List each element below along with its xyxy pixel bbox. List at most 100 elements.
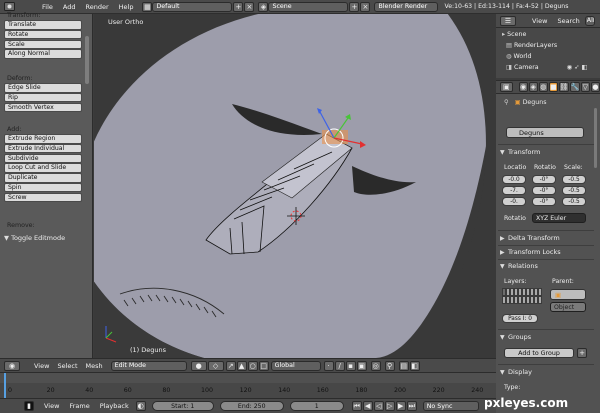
occlude-icon[interactable]: ▣ <box>356 360 367 371</box>
rotation-mode-select[interactable]: XYZ Euler <box>532 213 586 223</box>
proportional-icon[interactable]: ◎ <box>370 360 381 371</box>
editor-type-timeline-icon[interactable]: ▮ <box>24 401 34 411</box>
layer-cell[interactable] <box>538 296 542 304</box>
render-camera-icon[interactable]: ◧ <box>581 64 587 71</box>
layer-cell[interactable] <box>506 296 510 304</box>
end-frame-field[interactable]: End: 250 <box>219 401 284 411</box>
layer-cell[interactable] <box>506 288 510 296</box>
menu-view[interactable]: View <box>34 362 49 370</box>
location-x[interactable]: -0.0 <box>502 175 526 184</box>
pass-index-field[interactable]: Pass I: 0 <box>502 314 538 323</box>
location-y[interactable]: -7. <box>502 186 526 195</box>
layer-cell[interactable] <box>534 296 538 304</box>
constraints-tab-icon[interactable]: ⛓ <box>558 82 569 92</box>
extrude-region-button[interactable]: Extrude Region <box>4 134 82 144</box>
outliner-row-renderlayers[interactable]: ▤ RenderLayers <box>506 40 557 50</box>
camera-icon[interactable]: ◧ <box>409 360 420 371</box>
editor-type-outliner-icon[interactable]: ☰ <box>500 15 516 26</box>
render-tab-icon[interactable]: ◉ <box>518 82 528 92</box>
rotation-x[interactable]: -0° <box>532 175 556 184</box>
editor-type-3d-icon[interactable]: ◉ <box>4 360 20 371</box>
scene-icon[interactable]: ◈ <box>258 1 269 12</box>
loop-cut-button[interactable]: Loop Cut and Slide <box>4 163 82 173</box>
timeline[interactable]: 0 20 40 60 80 100 120 140 160 180 200 220 240 <box>0 372 496 399</box>
extrude-individual-button[interactable]: Extrude Individual <box>4 143 82 154</box>
select-arrow-icon[interactable]: ➶ <box>574 64 579 71</box>
screw-button[interactable]: Screw <box>4 192 82 203</box>
layer-cell[interactable] <box>538 288 542 296</box>
along-normal-button[interactable]: Along Normal <box>4 49 82 59</box>
vertex-select-icon[interactable]: · <box>323 360 334 371</box>
menu-file[interactable]: File <box>42 3 53 11</box>
layer-cell[interactable] <box>530 296 534 304</box>
data-tab-icon[interactable]: ▽ <box>580 82 590 92</box>
rotation-y[interactable]: -0° <box>532 186 556 195</box>
manipulator-icon[interactable]: ↗ <box>225 360 236 371</box>
shading-icon[interactable]: ● <box>190 360 207 371</box>
layer-cell[interactable] <box>510 296 514 304</box>
layer-cell[interactable] <box>526 296 530 304</box>
jump-end-icon[interactable]: ⏭ <box>406 401 417 411</box>
pivot-icon[interactable]: ◇ <box>207 360 224 371</box>
translate-manip-icon[interactable]: ▲ <box>236 360 247 371</box>
panel-groups[interactable]: ▼ Groups <box>500 331 592 343</box>
layer-cell[interactable] <box>530 288 534 296</box>
translate-button[interactable]: Translate <box>4 20 82 30</box>
add-scene-button[interactable]: + <box>349 1 360 12</box>
toggle-editmode-row[interactable]: ▼ Toggle Editmode <box>4 234 65 242</box>
rotate-manip-icon[interactable]: ○ <box>247 360 258 371</box>
scrollbar-thumb[interactable] <box>85 36 89 84</box>
start-frame-field[interactable]: Start: 1 <box>151 401 214 411</box>
scrollbar-thumb[interactable] <box>594 108 597 168</box>
panel-delta-transform[interactable]: ▶ Delta Transform <box>500 232 592 244</box>
properties-scrollbar[interactable] <box>593 98 598 398</box>
scale-z[interactable]: -0.5 <box>562 197 586 206</box>
remove-scene-button[interactable]: × <box>360 1 371 12</box>
smooth-vertex-button[interactable]: Smooth Vertex <box>4 102 82 113</box>
menu-render[interactable]: Render <box>85 3 108 11</box>
layer-cell[interactable] <box>526 288 530 296</box>
parent-type-select[interactable]: Object <box>550 302 586 312</box>
editor-type-props-icon[interactable]: ▣ <box>500 82 513 92</box>
layer-cell[interactable] <box>514 296 518 304</box>
menu-add[interactable]: Add <box>63 3 76 11</box>
layer-cell[interactable] <box>518 288 522 296</box>
menu-frame[interactable]: Frame <box>69 402 89 410</box>
3d-viewport[interactable]: User Ortho (1) Deguns <box>94 14 496 358</box>
tool-shelf-scrollbar[interactable] <box>84 16 90 354</box>
rip-button[interactable]: Rip <box>4 92 82 103</box>
layer-cell[interactable] <box>510 288 514 296</box>
rotation-z[interactable]: -0° <box>532 197 556 206</box>
current-frame-field[interactable]: 1 <box>289 401 344 411</box>
material-tab-icon[interactable]: ● <box>590 82 600 92</box>
panel-transform-locks[interactable]: ▶ Transform Locks <box>500 246 592 258</box>
next-key-icon[interactable]: ▶ <box>395 401 406 411</box>
panel-relations[interactable]: ▼ Relations <box>500 260 592 272</box>
play-icon[interactable]: ▷ <box>384 401 395 411</box>
outliner-row-world[interactable]: ◍ World <box>506 51 532 61</box>
scale-manip-icon[interactable]: □ <box>258 360 269 371</box>
scene-tab-icon[interactable]: ◈ <box>528 82 538 92</box>
layer-cell[interactable] <box>518 296 522 304</box>
object-tab-icon[interactable]: ■ <box>548 82 558 92</box>
jump-start-icon[interactable]: ⏮ <box>351 401 362 411</box>
group-add-icon[interactable]: + <box>577 348 587 358</box>
duplicate-button[interactable]: Duplicate <box>4 173 82 183</box>
edge-slide-button[interactable]: Edge Slide <box>4 83 82 93</box>
modifiers-tab-icon[interactable]: 🔧 <box>569 82 580 92</box>
layout-select[interactable]: Default <box>152 1 233 12</box>
menu-timeline-view[interactable]: View <box>44 402 59 410</box>
layer-cell[interactable] <box>534 288 538 296</box>
scene-select[interactable]: Scene <box>268 1 349 12</box>
menu-help[interactable]: Help <box>119 3 134 11</box>
remove-layout-button[interactable]: × <box>244 1 255 12</box>
prev-key-icon[interactable]: ◀ <box>362 401 373 411</box>
panel-display[interactable]: ▼ Display <box>500 366 592 378</box>
orientation-select[interactable]: Global <box>270 360 321 371</box>
edge-select-icon[interactable]: / <box>334 360 345 371</box>
location-z[interactable]: -0. <box>502 197 526 206</box>
layer-cell[interactable] <box>522 296 526 304</box>
scale-y[interactable]: -0.5 <box>562 186 586 195</box>
scale-button[interactable]: Scale <box>4 39 82 50</box>
layout-icon[interactable]: ▦ <box>142 1 153 12</box>
